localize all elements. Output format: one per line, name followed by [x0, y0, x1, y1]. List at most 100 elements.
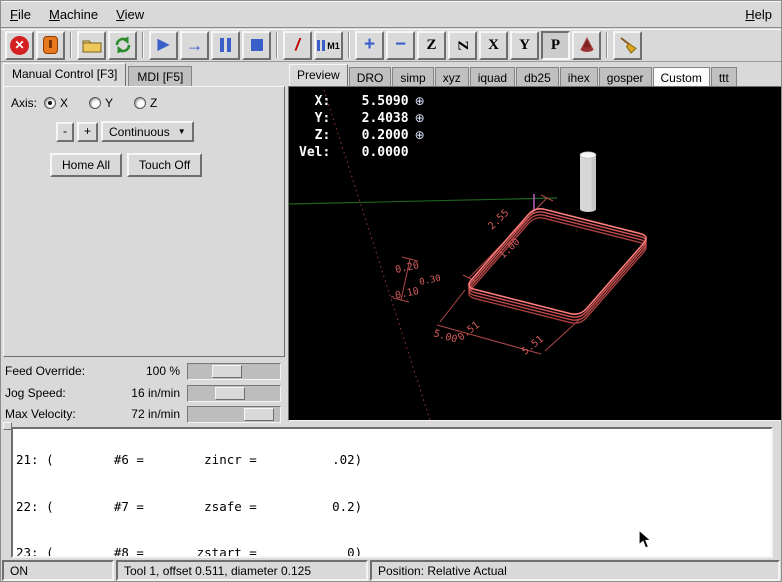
menubar-spacer	[153, 1, 736, 27]
gcode-line[interactable]: 21: ( #6 = zincr = .02)	[16, 452, 768, 468]
power-icon	[43, 36, 58, 54]
tool-info-text: Tool 1, offset 0.511, diameter 0.125	[124, 564, 311, 578]
dro-x-text: X: 5.5090	[299, 93, 409, 110]
dro-vel-text: Vel: 0.0000	[299, 144, 409, 161]
tab-custom[interactable]: Custom	[653, 67, 710, 86]
zoom-out-button[interactable]: −	[386, 31, 415, 60]
menu-help[interactable]: Help	[736, 1, 781, 27]
run-program-button[interactable]: ▶	[149, 31, 178, 60]
toolbar-separator	[606, 32, 608, 58]
zoom-in-button[interactable]: +	[355, 31, 384, 60]
left-notebook-tabs: Manual Control [F3] MDI [F5]	[3, 63, 194, 86]
optional-stop-button[interactable]: M1	[314, 31, 343, 60]
run-icon: ▶	[157, 37, 169, 53]
view-x-button[interactable]: X	[479, 31, 508, 60]
dim-label: 5.51	[520, 334, 546, 358]
dim-label: 1.00	[497, 237, 522, 262]
feed-override-slider[interactable]	[187, 363, 281, 380]
jog-plus-button[interactable]: +	[77, 122, 98, 142]
jog-controls-row: - + Continuous ▼	[56, 121, 284, 142]
zoom-out-icon: −	[395, 37, 406, 53]
jog-speed-slider[interactable]	[187, 385, 281, 402]
menu-file[interactable]: File	[1, 1, 40, 27]
tab-simp[interactable]: simp	[392, 67, 433, 86]
position-mode-text: Position: Relative Actual	[378, 564, 507, 578]
tab-manual-control[interactable]: Manual Control [F3]	[3, 63, 126, 86]
clear-plot-button[interactable]	[613, 31, 642, 60]
max-velocity-slider[interactable]	[187, 406, 281, 423]
machine-state-text: ON	[10, 564, 28, 578]
menu-view[interactable]: View	[107, 1, 153, 27]
gcode-line[interactable]: 22: ( #7 = zsafe = 0.2)	[16, 499, 768, 515]
radio-x-indicator[interactable]	[44, 97, 56, 109]
dro-readout: X: 5.5090 ⊕ Y: 2.4038 ⊕ Z: 0.2000 ⊕ Vel:…	[299, 93, 425, 161]
machine-power-button[interactable]	[36, 31, 65, 60]
jog-minus-button[interactable]: -	[56, 122, 74, 142]
max-velocity-thumb[interactable]	[244, 408, 274, 421]
dro-x-line: X: 5.5090 ⊕	[299, 93, 425, 110]
dro-vel-line: Vel: 0.0000	[299, 144, 425, 161]
view-z-rotated-button[interactable]: Z	[448, 31, 477, 60]
skip-lines-button[interactable]: /	[283, 31, 312, 60]
open-folder-icon	[82, 38, 102, 53]
tab-db25[interactable]: db25	[516, 67, 559, 86]
jog-speed-value: 16 in/min	[95, 386, 187, 400]
estop-button[interactable]: ✕	[5, 31, 34, 60]
tab-ttt[interactable]: ttt	[711, 67, 737, 86]
dimension-lines	[393, 195, 580, 354]
toolbar: ✕ ▶ →	[1, 29, 781, 62]
preview-pane: 2.55 1.00 0.20 0.30 -0.10 5.00 0.51 5.51…	[288, 86, 782, 421]
radio-y-indicator[interactable]	[89, 97, 101, 109]
axis-selector-row: Axis: X Y Z	[11, 96, 284, 110]
feed-override-row: Feed Override: 100 %	[5, 361, 285, 381]
axis-y-label: Y	[105, 96, 113, 110]
tab-dro[interactable]: DRO	[349, 67, 392, 86]
touch-off-button[interactable]: Touch Off	[127, 153, 202, 177]
tab-mdi[interactable]: MDI [F5]	[128, 66, 192, 86]
tab-xyz[interactable]: xyz	[435, 67, 469, 86]
machine-limit-line	[289, 198, 557, 204]
dim-label: 0.20	[394, 260, 420, 276]
homed-icon: ⊕	[415, 93, 425, 110]
view-perspective-button[interactable]: P	[541, 31, 570, 60]
tab-gosper[interactable]: gosper	[599, 67, 652, 86]
jog-speed-thumb[interactable]	[215, 387, 245, 400]
view-y-button[interactable]: Y	[510, 31, 539, 60]
right-notebook-tabs: Preview DRO simp xyz iquad db25 ihex gos…	[289, 64, 738, 86]
axis-radio-x[interactable]: X	[44, 96, 68, 110]
view-x-icon: X	[488, 38, 499, 53]
gcode-listing[interactable]: 21: ( #6 = zincr = .02) 22: ( #7 = zsafe…	[11, 427, 773, 558]
manual-control-panel: Axis: X Y Z - + Continuous ▼ Home All	[3, 86, 285, 357]
menubar: File Machine View Help	[1, 1, 781, 28]
home-all-button[interactable]: Home All	[50, 153, 122, 177]
view-z-button[interactable]: Z	[417, 31, 446, 60]
gcode-line[interactable]: 23: ( #8 = zstart = 0)	[16, 545, 768, 558]
homing-buttons-row: Home All Touch Off	[50, 153, 284, 177]
rotate-view-button[interactable]	[572, 31, 601, 60]
dim-label: 5.00	[432, 328, 458, 345]
tab-ihex[interactable]: ihex	[560, 67, 598, 86]
stop-program-button[interactable]	[242, 31, 271, 60]
step-program-button[interactable]: →	[180, 31, 209, 60]
tab-preview[interactable]: Preview	[289, 64, 348, 86]
axis-radio-y[interactable]: Y	[89, 96, 113, 110]
reload-file-button[interactable]	[108, 31, 137, 60]
pause-program-button[interactable]	[211, 31, 240, 60]
zoom-in-icon: +	[364, 37, 375, 53]
dim-label: 0.30	[419, 274, 442, 288]
skip-lines-icon: /	[295, 35, 300, 55]
radio-z-indicator[interactable]	[134, 97, 146, 109]
open-file-button[interactable]	[77, 31, 106, 60]
feed-override-thumb[interactable]	[212, 365, 242, 378]
axis-x-label: X	[60, 96, 68, 110]
axis-label: Axis:	[11, 96, 37, 110]
axis-radio-z[interactable]: Z	[134, 96, 157, 110]
dro-z-line: Z: 0.2000 ⊕	[299, 127, 425, 144]
toolbar-separator	[142, 32, 144, 58]
axis-z-label: Z	[150, 96, 157, 110]
tab-iquad[interactable]: iquad	[470, 67, 515, 86]
feed-override-value: 100 %	[95, 364, 187, 378]
menu-machine[interactable]: Machine	[40, 1, 107, 27]
jog-mode-dropdown[interactable]: Continuous ▼	[101, 121, 194, 142]
tool-info-cell: Tool 1, offset 0.511, diameter 0.125	[116, 560, 368, 581]
